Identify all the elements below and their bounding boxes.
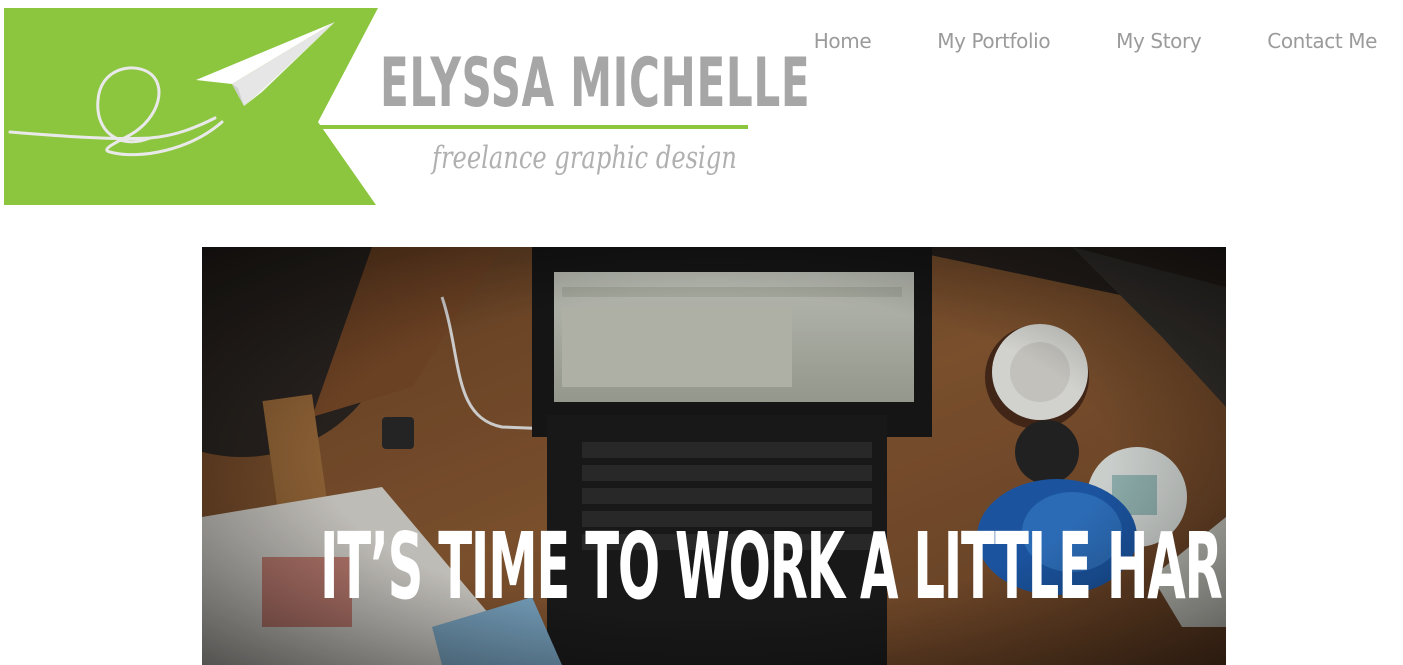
brand-tagline: freelance graphic design <box>432 140 737 176</box>
nav-my-portfolio[interactable]: My Portfolio <box>937 28 1050 54</box>
nav-my-story[interactable]: My Story <box>1116 28 1201 54</box>
brand-underline <box>318 125 748 129</box>
site-logo[interactable]: ELYSSA MICHELLE freelance graphic design <box>0 0 810 215</box>
hero-banner: IT’S TIME TO WORK A LITTLE HARDER. <box>202 247 1226 665</box>
nav-home[interactable]: Home <box>814 28 872 54</box>
main-nav: Home My Portfolio My Story Contact Me <box>814 28 1378 54</box>
brand-name: ELYSSA MICHELLE <box>380 44 811 123</box>
nav-contact-me[interactable]: Contact Me <box>1267 28 1377 54</box>
hero-headline: IT’S TIME TO WORK A LITTLE HARDER. <box>320 513 1226 620</box>
